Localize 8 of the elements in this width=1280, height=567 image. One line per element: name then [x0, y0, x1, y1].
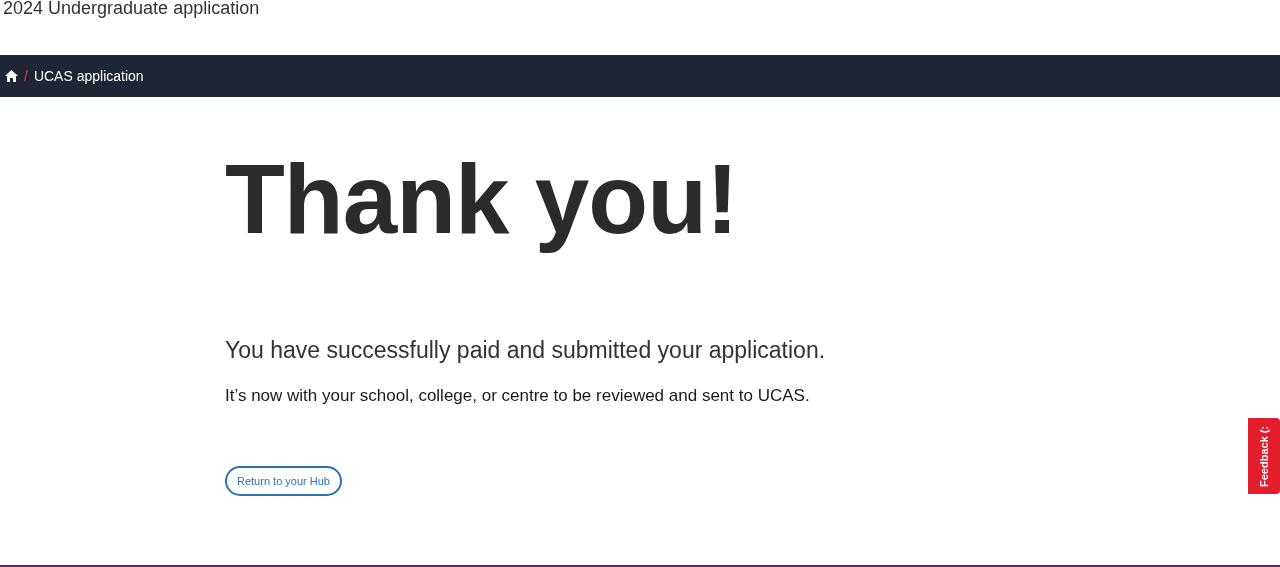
lead-text: You have successfully paid and submitted your application. — [225, 337, 826, 364]
return-button[interactable]: Return to your Hub — [225, 466, 342, 496]
feedback-tab[interactable]: Feedback (: — [1248, 418, 1280, 494]
home-icon[interactable] — [5, 70, 18, 82]
breadcrumb-separator: / — [24, 68, 28, 84]
breadcrumb-link[interactable]: UCAS application — [33, 68, 144, 84]
page-title: 2024 Undergraduate application — [2, 0, 260, 18]
body-text: It’s now with your school, college, or centre to be reviewed and sent to UCAS. — [225, 386, 810, 406]
